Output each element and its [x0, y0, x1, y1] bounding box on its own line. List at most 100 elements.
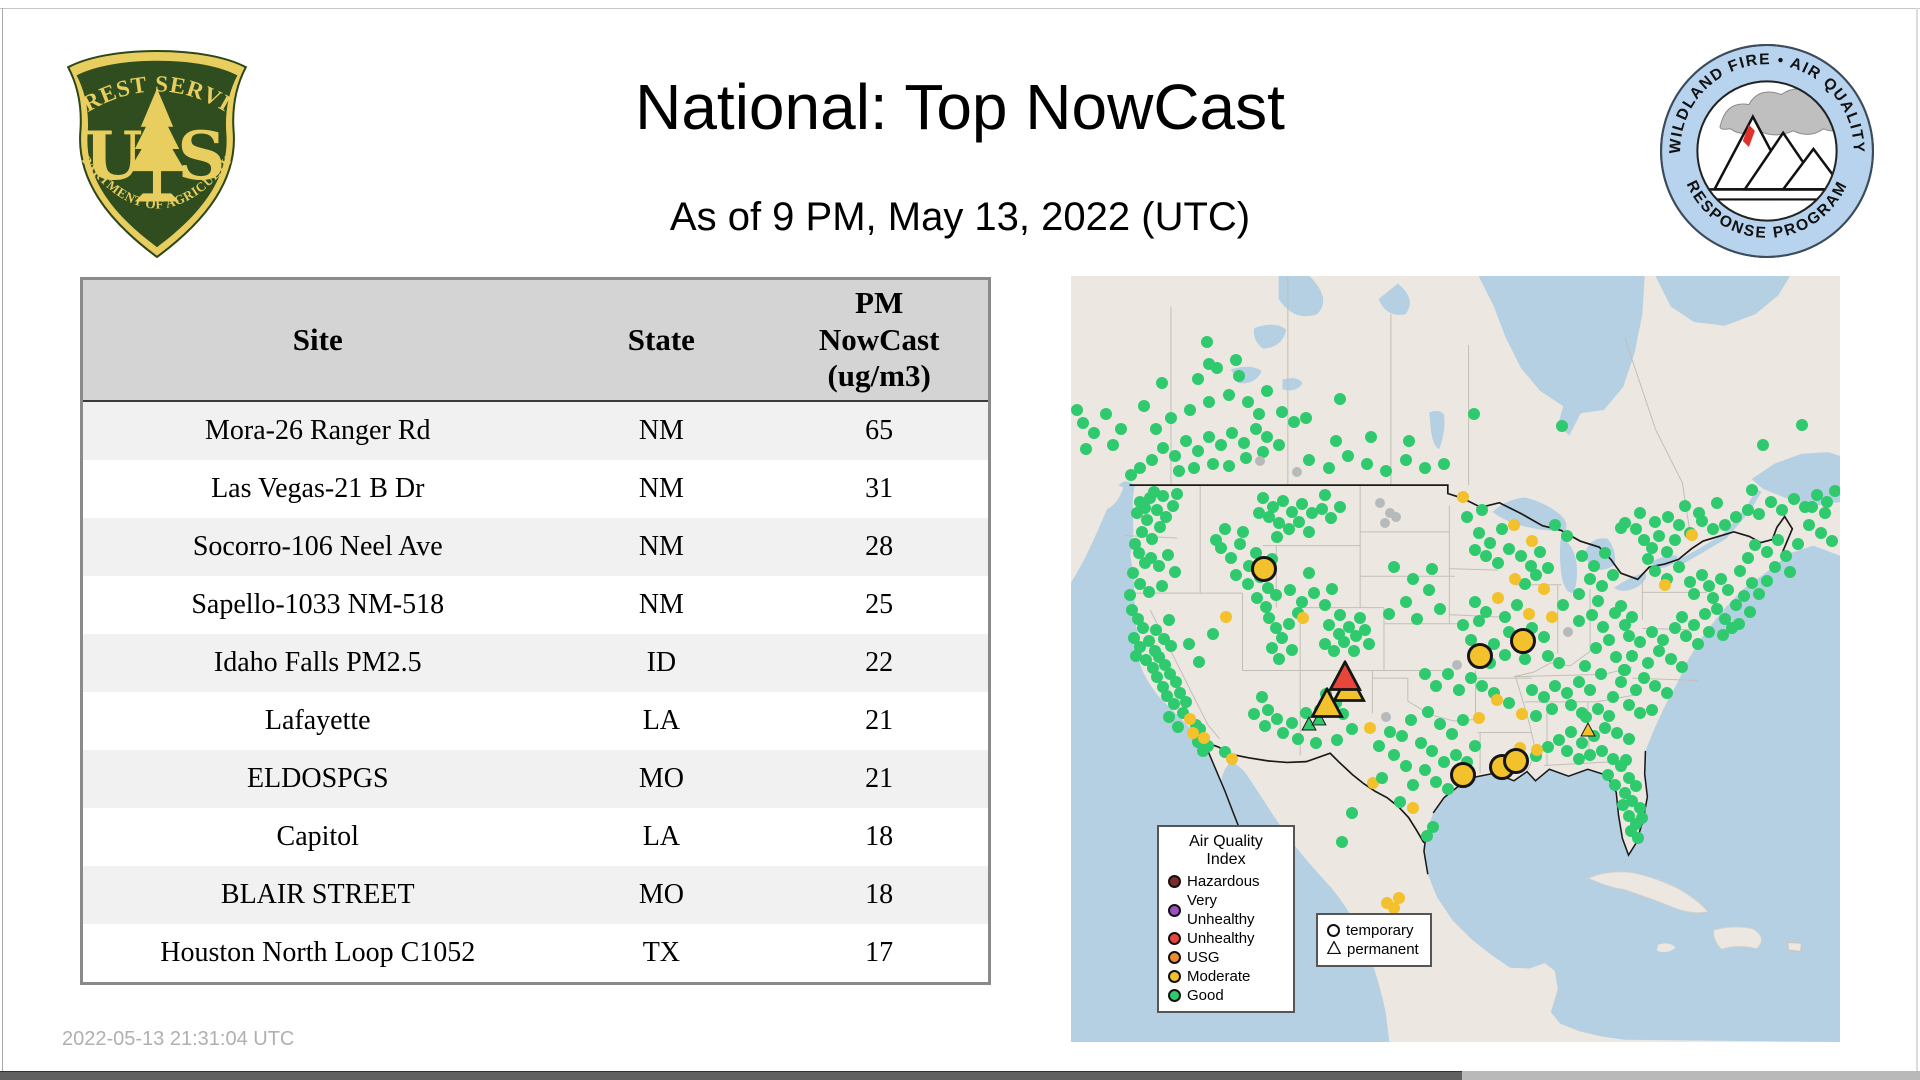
table-cell: Sapello-1033 NM-518 [191, 589, 445, 620]
top-site-marker [1450, 761, 1477, 788]
table-cell: MO [638, 763, 684, 794]
moderate-swatch-icon [1168, 970, 1181, 983]
monitor-dot [1303, 567, 1316, 580]
monitor-dot [1734, 564, 1747, 577]
monitor-dot [1660, 545, 1673, 558]
monitor-dot [1308, 587, 1320, 600]
monitor-dot [1354, 611, 1367, 624]
monitor-dot [1207, 457, 1220, 470]
monitor-dot [1591, 594, 1604, 607]
monitor-dot [1658, 578, 1671, 591]
monitor-dot [1480, 549, 1493, 562]
monitor-dot [1252, 507, 1265, 520]
monitor-dot [1503, 697, 1516, 710]
monitor-dot [1595, 580, 1608, 593]
monitor-dot [1232, 369, 1245, 382]
monitor-dot [1426, 744, 1439, 757]
monitor-dot [1722, 584, 1735, 597]
monitor-dot [1814, 526, 1827, 539]
monitor-dot [1293, 515, 1306, 528]
monitor-dot [1537, 582, 1550, 595]
monitor-dot [1226, 753, 1239, 766]
monitor-dot [1557, 599, 1570, 612]
table-row: Houston North Loop C1052 TX 17 [81, 924, 990, 984]
monitor-dot [1553, 734, 1566, 747]
forest-service-logo: FOREST SERVICE DEPARTMENT OF AGRICULTURE… [47, 28, 258, 265]
marker-type-label: permanent [1347, 941, 1419, 958]
monitor-dot [1499, 649, 1512, 662]
monitor-dot [1452, 660, 1463, 671]
svg-text:S: S [177, 116, 225, 195]
monitor-dot [1791, 538, 1804, 551]
monitor-dot [1668, 534, 1681, 547]
monitor-dot [1271, 531, 1284, 544]
monitor-dot [1645, 626, 1658, 639]
monitor-dot [1303, 525, 1316, 538]
monitor-dot [1099, 407, 1112, 420]
table-row: ELDOSPGS MO 21 [81, 750, 990, 808]
monitor-dot [1124, 589, 1137, 602]
table-cell: NM [638, 473, 684, 504]
monitor-dot [1071, 404, 1084, 417]
aqi-legend-title: Air Quality Index [1189, 833, 1263, 868]
monitor-dot [1703, 580, 1716, 593]
top-nowcast-table: Site State PM NowCast (ug/m3) Mora-26 Rang… [80, 277, 991, 985]
monitor-dot [1202, 358, 1215, 371]
monitor-dot [1387, 561, 1400, 574]
monitor-dot [1155, 580, 1168, 593]
monitor-dot [1741, 503, 1754, 516]
monitor-dot [1238, 436, 1251, 449]
monitor-dot [1707, 591, 1720, 604]
monitor-dot [1414, 737, 1427, 750]
monitor-dot [1680, 630, 1693, 643]
monitor-dot [1309, 737, 1322, 750]
monitor-dot [1618, 664, 1631, 677]
top-site-marker [1580, 722, 1596, 742]
monitor-dot [1391, 512, 1402, 523]
monitor-dot [1134, 461, 1147, 474]
monitor-dot [1154, 521, 1167, 534]
monitor-dot [1261, 430, 1274, 443]
monitor-dot [1276, 631, 1289, 644]
monitor-dot [1684, 576, 1697, 589]
monitor-dot [1515, 708, 1528, 721]
monitor-dot [1207, 628, 1220, 641]
monitor-dot [1634, 507, 1647, 520]
monitor-dot [1491, 557, 1504, 570]
table-cell: NM [638, 589, 684, 620]
monitor-dot [1590, 642, 1603, 655]
monitor-dot [1347, 644, 1360, 657]
monitor-dot [1631, 832, 1644, 845]
monitor-dot [1622, 630, 1635, 643]
table-cell: 65 [865, 415, 894, 446]
monitor-dot [1645, 541, 1658, 554]
monitor-dot [1191, 444, 1204, 457]
monitor-dot [1806, 500, 1819, 513]
generated-timestamp: 2022-05-13 21:31:04 UTC [62, 1028, 295, 1050]
monitor-dot [1796, 419, 1809, 432]
monitor-dot [1730, 511, 1743, 524]
monitor-dot [1445, 728, 1458, 741]
monitor-dot [1407, 572, 1420, 585]
monitor-dot [1661, 510, 1674, 523]
monitor-dot [1201, 335, 1214, 348]
monitor-dot [1580, 711, 1593, 724]
monitor-dot [1253, 407, 1266, 420]
monitor-dot [1764, 495, 1777, 508]
aqi-legend-label: Hazardous [1187, 873, 1260, 890]
monitor-dot [1676, 660, 1689, 673]
horizontal-scrollbar-thumb[interactable] [0, 1071, 1462, 1080]
top-site-marker [1510, 628, 1537, 655]
monitor-dot [1507, 518, 1520, 531]
monitor-dot [1526, 535, 1539, 548]
table-cell: Lafayette [264, 705, 371, 736]
monitor-dot [1687, 587, 1700, 600]
monitor-dot [1222, 388, 1235, 401]
monitor-dot [1576, 549, 1589, 562]
table-cell: ELDOSPGS [246, 763, 389, 794]
monitor-dot [1168, 565, 1181, 578]
monitor-dot [1437, 756, 1450, 769]
marker-type-item: permanent [1326, 940, 1421, 959]
monitor-dot [1660, 686, 1673, 699]
monitor-dot [1184, 712, 1197, 725]
